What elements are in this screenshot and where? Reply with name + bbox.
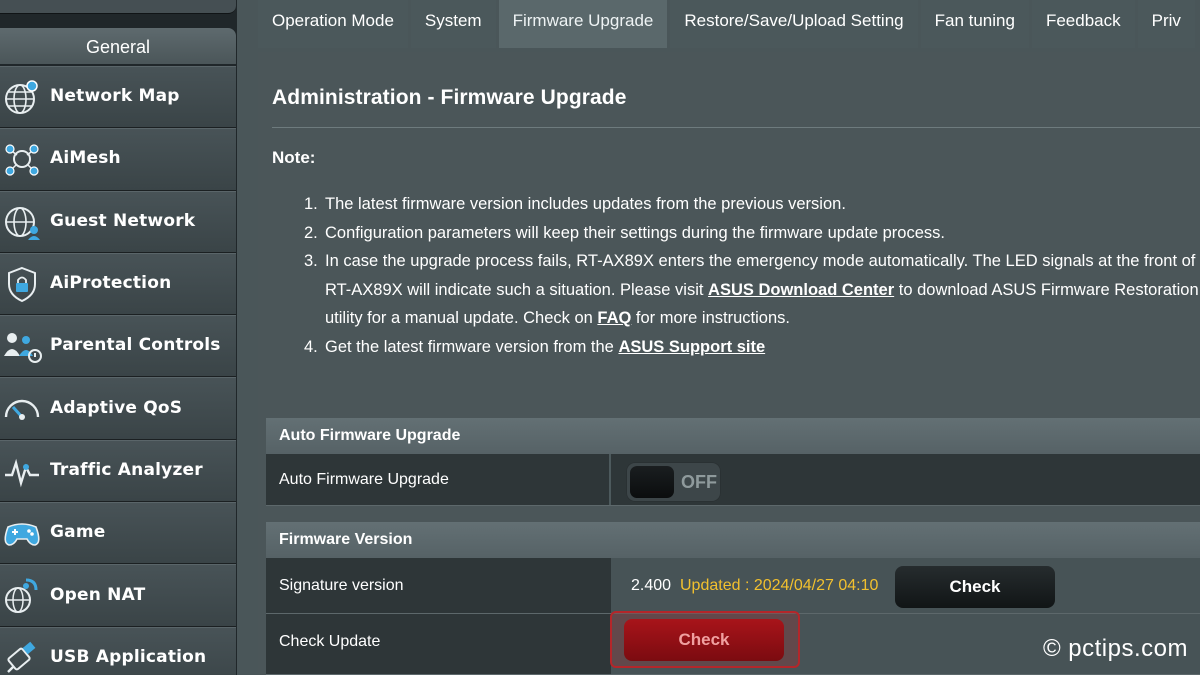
note-text: utility for a manual update. Check on — [325, 309, 598, 327]
sidebar-item-guest-network[interactable]: Guest Network — [0, 190, 236, 253]
sidebar-item-game[interactable]: Game — [0, 502, 236, 565]
sidebar-item-open-nat[interactable]: Open NAT — [0, 564, 236, 627]
note-item-4: 4. Get the latest firmware version from t… — [304, 333, 1200, 362]
pulse-icon — [5, 458, 39, 488]
auto-firmware-upgrade-header: Auto Firmware Upgrade — [266, 418, 1200, 454]
tab-system[interactable]: System — [410, 0, 496, 48]
tab-firmware-upgrade[interactable]: Firmware Upgrade — [498, 0, 668, 48]
note-text: for more instructions. — [631, 309, 790, 327]
sidebar-item-parental-controls[interactable]: Parental Controls — [0, 315, 236, 378]
note-text: The latest firmware version includes upd… — [325, 195, 846, 213]
sidebar-item-usb-application[interactable]: USB Application — [0, 626, 236, 675]
note-text: RT-AX89X will indicate such a situation.… — [325, 280, 709, 299]
auto-firmware-upgrade-row: Auto Firmware Upgrade OFF — [266, 454, 1200, 506]
note-item-3: 3. In case the upgrade process fails, RT-… — [304, 247, 1200, 276]
sidebar-nav: Network Map AiMesh Guest Network AiProte… — [0, 66, 236, 675]
sidebar-header: General — [0, 28, 236, 64]
note-text: Configuration parameters will keep their… — [325, 223, 945, 242]
sidebar-item-label: Game — [50, 522, 106, 543]
tab-restore-save-upload[interactable]: Restore/Save/Upload Setting — [670, 0, 918, 48]
note-label: Note: — [272, 148, 316, 167]
sidebar-item-aimesh[interactable]: AiMesh — [0, 128, 236, 191]
note-item-1: 1. The latest firmware version includes u… — [304, 190, 1200, 219]
tab-operation-mode[interactable]: Operation Mode — [258, 0, 408, 48]
asus-support-site-link[interactable]: ASUS Support site — [618, 338, 765, 356]
note-text: In case the upgrade process fails, RT-AX… — [325, 252, 1196, 270]
row-divider — [609, 454, 611, 505]
sidebar: General Network Map AiMesh Guest Network… — [0, 0, 237, 675]
toggle-state: OFF — [681, 472, 717, 492]
note-text: to download ASUS Firmware Restoration — [894, 280, 1199, 299]
note-item-3-line-2: RT-AX89X will indicate such a situation.… — [304, 276, 1200, 305]
note-number: 1. — [304, 195, 318, 213]
sidebar-item-adaptive-qos[interactable]: Adaptive QoS — [0, 377, 236, 440]
lock-shield-icon — [8, 266, 36, 303]
family-icon — [4, 333, 42, 364]
signature-version-label: Signature version — [279, 576, 404, 594]
nat-globe-icon — [5, 578, 38, 613]
sidebar-item-traffic-analyzer[interactable]: Traffic Analyzer — [0, 439, 236, 503]
sidebar-item-label: Adaptive QoS — [50, 397, 183, 418]
note-item-2: 2. Configuration parameters will keep the… — [304, 219, 1200, 248]
sidebar-item-label: AiProtection — [50, 273, 172, 294]
usb-icon — [7, 641, 36, 673]
title-divider — [272, 127, 1200, 128]
sidebar-item-label: Open NAT — [50, 584, 146, 605]
page-title: Administration - Firmware Upgrade — [272, 86, 627, 109]
tab-feedback[interactable]: Feedback — [1031, 0, 1135, 48]
note-list: 1. The latest firmware version includes u… — [304, 190, 1200, 361]
sidebar-item-aiprotection[interactable]: AiProtection — [0, 252, 236, 316]
signature-update-status: Updated : 2024/04/27 04:10 — [680, 577, 879, 594]
note-number: 2. — [304, 223, 318, 242]
auto-firmware-upgrade-label: Auto Firmware Upgrade — [279, 470, 449, 488]
asus-download-center-link[interactable]: ASUS Download Center — [708, 281, 894, 299]
signature-check-button[interactable]: Check — [895, 566, 1055, 608]
main-content: Administration - Firmware Upgrade Note: … — [258, 52, 1200, 675]
signature-version-value: 2.400 — [631, 577, 672, 594]
sidebar-top-stub — [0, 0, 236, 14]
sidebar-item-network-map[interactable]: Network Map — [0, 66, 236, 129]
firmware-version-header: Firmware Version — [266, 522, 1200, 558]
tab-fan-tuning[interactable]: Fan tuning — [920, 0, 1029, 48]
sidebar-item-label: Guest Network — [50, 210, 196, 231]
mesh-icon — [5, 144, 39, 177]
check-update-label: Check Update — [279, 633, 381, 650]
note-number: 4. — [304, 337, 318, 356]
check-update-button[interactable]: Check — [624, 619, 784, 661]
sidebar-item-label: Network Map — [50, 86, 180, 107]
tab-privacy[interactable]: Priv — [1137, 0, 1195, 48]
sidebar-item-label: Traffic Analyzer — [50, 459, 203, 480]
watermark: © pctips.com — [1042, 635, 1188, 662]
signature-version-row: Signature version 2.400 Updated : 2024/0… — [266, 558, 1200, 614]
guest-globe-icon — [5, 206, 40, 240]
sidebar-item-label: AiMesh — [50, 148, 121, 169]
note-text: Get the latest firmware version from the — [325, 337, 619, 356]
tab-bar: Operation Mode System Firmware Upgrade R… — [258, 0, 1200, 48]
gauge-icon — [4, 399, 40, 420]
sidebar-item-label: USB Application — [50, 646, 207, 667]
sidebar-item-label: Parental Controls — [50, 335, 221, 356]
note-number: 3. — [304, 252, 318, 270]
gamepad-icon — [4, 523, 40, 547]
globe-network-icon — [5, 80, 38, 115]
faq-link[interactable]: FAQ — [597, 309, 631, 327]
note-item-3-line-3: utility for a manual update. Check on FA… — [304, 304, 1200, 333]
auto-upgrade-toggle[interactable]: OFF — [626, 462, 721, 502]
toggle-knob — [630, 466, 674, 498]
